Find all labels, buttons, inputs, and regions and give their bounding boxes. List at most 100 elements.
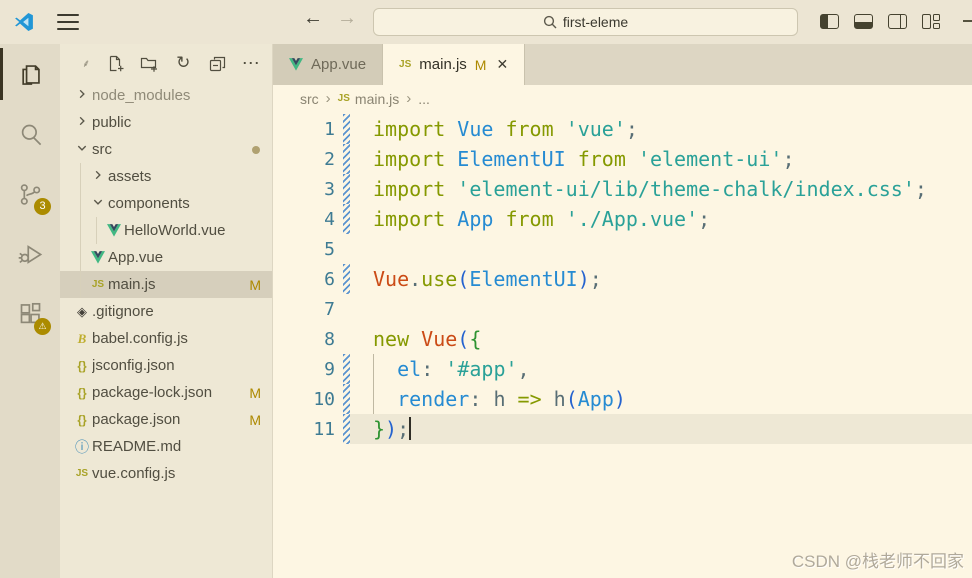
command-center-search[interactable]: first-eleme <box>373 8 798 36</box>
nav-back-icon[interactable]: ← <box>300 7 326 30</box>
tree-item-label: README.md <box>92 438 272 455</box>
nav-forward-icon[interactable]: → <box>334 7 360 30</box>
code-text: new Vue({ <box>350 324 972 354</box>
line-number: 7 <box>273 299 343 320</box>
code-text: import Vue from 'vue'; <box>350 114 972 144</box>
js-file-icon: JS <box>338 93 350 104</box>
tree-item-node_modules[interactable]: node_modules <box>60 82 272 109</box>
toggle-primary-sidebar-icon[interactable] <box>820 14 839 29</box>
tree-item-label: HelloWorld.vue <box>124 222 272 239</box>
toggle-secondary-sidebar-icon[interactable] <box>888 14 907 29</box>
tree-item-main.js[interactable]: JSmain.jsM <box>60 271 272 298</box>
tree-item-label: node_modules <box>92 87 272 104</box>
tree-item-README.md[interactable]: ⓘREADME.md <box>60 433 272 460</box>
tree-item-label: App.vue <box>108 249 272 266</box>
more-actions-icon[interactable]: ⋯ <box>242 54 260 72</box>
tree-item-label: assets <box>108 168 272 185</box>
activity-search-icon[interactable] <box>0 104 60 164</box>
tree-item-jsconfig.json[interactable]: {}jsconfig.json <box>60 352 272 379</box>
chevron-right-icon <box>92 168 104 185</box>
customize-layout-icon[interactable] <box>922 14 940 29</box>
explorer-decoration-glyph: ⸙ <box>82 56 90 71</box>
tree-item-public[interactable]: public <box>60 109 272 136</box>
vue-file-icon <box>107 224 121 237</box>
git-file-icon: ◈ <box>77 304 87 320</box>
js-file-icon: JS <box>92 279 104 290</box>
tab-App.vue[interactable]: App.vue <box>273 44 383 85</box>
search-value: first-eleme <box>563 14 628 30</box>
tab-label: main.js <box>419 56 467 73</box>
activity-extensions-icon[interactable]: ⚠ <box>0 284 60 344</box>
code-line-4: 4import App from './App.vue'; <box>273 204 972 234</box>
chevron-down-icon <box>76 141 88 158</box>
vscode-logo-icon <box>13 11 35 33</box>
file-tree: node_modulespublic src assets components Hel… <box>60 82 272 487</box>
tree-item-package.json[interactable]: {} package.jsonM <box>60 406 272 433</box>
changed-line-stripe <box>343 234 350 264</box>
code-line-11: 11}); <box>273 414 972 444</box>
tree-item-package-lock.json[interactable]: {}package-lock.jsonM <box>60 379 272 406</box>
code-text: }); <box>350 414 972 444</box>
vue-file-icon <box>289 58 303 71</box>
tab-strip: App.vueJSmain.jsM✕ <box>273 44 972 85</box>
menu-icon[interactable] <box>57 14 79 30</box>
tab-main.js[interactable]: JSmain.jsM✕ <box>383 44 525 85</box>
chevron-right-icon <box>76 87 88 104</box>
refresh-explorer-icon[interactable]: ↻ <box>174 54 192 72</box>
explorer-sidebar: ⸙ ↻ ⋯ node_modulespublic src assets compone… <box>60 44 273 578</box>
tree-item-components[interactable]: components <box>60 190 272 217</box>
extensions-warning-badge: ⚠ <box>34 318 51 335</box>
tree-item-HelloWorld.vue[interactable]: HelloWorld.vue <box>60 217 272 244</box>
breadcrumb-label: main.js <box>355 91 399 107</box>
tree-item-label: vue.config.js <box>92 465 272 482</box>
json-file-icon: {} <box>77 413 86 427</box>
code-text: import 'element-ui/lib/theme-chalk/index… <box>350 174 972 204</box>
git-modified-badge: M <box>249 412 272 428</box>
tree-item-vue.config.js[interactable]: JS vue.config.js <box>60 460 272 487</box>
explorer-toolbar: ⸙ ↻ ⋯ <box>60 44 272 82</box>
activity-explorer-icon[interactable] <box>0 44 60 104</box>
code-line-2: 2import ElementUI from 'element-ui'; <box>273 144 972 174</box>
code-text: el: '#app', <box>350 354 972 384</box>
new-file-icon[interactable] <box>106 54 124 72</box>
activity-run-debug-icon[interactable] <box>0 224 60 284</box>
tree-item-label: public <box>92 114 272 131</box>
code-text: import App from './App.vue'; <box>350 204 972 234</box>
tree-item-.gitignore[interactable]: ◈ .gitignore <box>60 298 272 325</box>
readme-file-icon: ⓘ <box>75 437 89 457</box>
code-line-7: 7 <box>273 294 972 324</box>
code-line-3: 3import 'element-ui/lib/theme-chalk/inde… <box>273 174 972 204</box>
code-line-6: 6Vue.use(ElementUI); <box>273 264 972 294</box>
breadcrumb-item-src[interactable]: src <box>300 91 319 107</box>
activity-source-control-icon[interactable]: 3 <box>0 164 60 224</box>
tree-item-label: src <box>92 141 252 158</box>
folder-modified-dot <box>252 146 260 154</box>
changed-line-stripe <box>343 144 350 174</box>
code-editor[interactable]: 1import Vue from 'vue';2import ElementUI… <box>273 112 972 578</box>
tree-item-assets[interactable]: assets <box>60 163 272 190</box>
tab-label: App.vue <box>311 56 366 73</box>
new-folder-icon[interactable] <box>140 54 158 72</box>
code-line-9: 9 el: '#app', <box>273 354 972 384</box>
breadcrumb-item-main.js[interactable]: JS main.js <box>338 91 400 107</box>
tree-item-label: .gitignore <box>92 303 272 320</box>
babel-file-icon: B <box>78 331 87 347</box>
line-number: 5 <box>273 239 343 260</box>
tree-item-babel.config.js[interactable]: Bbabel.config.js <box>60 325 272 352</box>
tab-close-icon[interactable]: ✕ <box>494 56 508 73</box>
indent-guide <box>80 244 81 271</box>
js-file-icon: JS <box>399 59 411 70</box>
changed-line-stripe <box>343 264 350 294</box>
tree-item-App.vue[interactable]: App.vue <box>60 244 272 271</box>
window-minimize-icon <box>963 20 972 22</box>
collapse-folders-icon[interactable] <box>208 54 226 72</box>
breadcrumb-item-...[interactable]: ... <box>418 91 430 107</box>
tree-item-label: package.json <box>92 411 249 428</box>
code-line-8: 8new Vue({ <box>273 324 972 354</box>
toggle-panel-icon[interactable] <box>854 14 873 29</box>
watermark: CSDN @栈老师不回家 <box>792 547 964 572</box>
vscode-window: ← → first-eleme <box>0 0 972 578</box>
tree-item-src[interactable]: src <box>60 136 272 163</box>
js-file-icon: JS <box>76 468 88 479</box>
code-line-10: 10 render: h => h(App) <box>273 384 972 414</box>
